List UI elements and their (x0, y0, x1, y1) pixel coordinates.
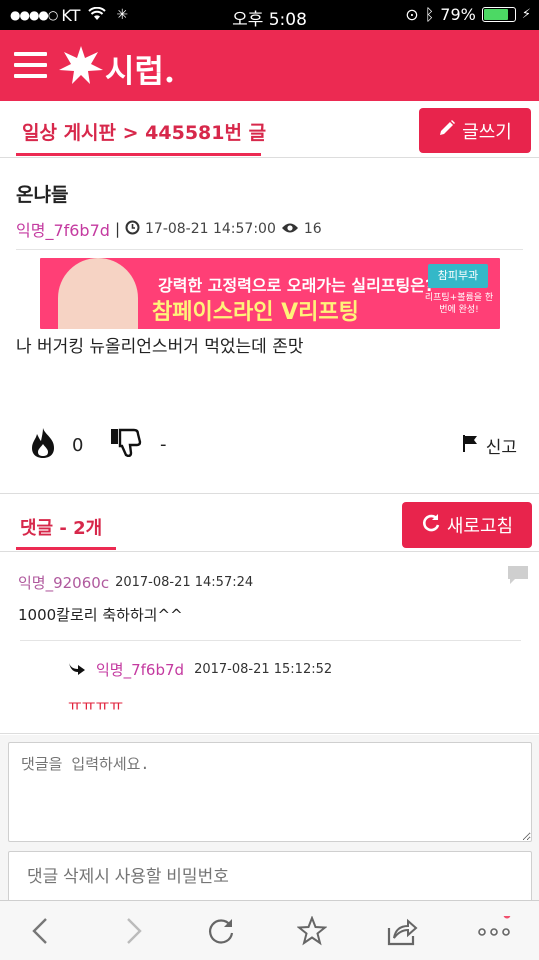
report-button[interactable]: 신고 (462, 433, 517, 458)
post-author[interactable]: 익명_7f6b7d (16, 217, 110, 241)
reply-comment-icon[interactable] (507, 565, 529, 589)
bookmark-star-icon[interactable] (294, 915, 330, 947)
reply-datetime: 2017-08-21 15:12:52 (194, 662, 333, 677)
like-count: 0 (72, 435, 84, 456)
post-title: 온냐들 (16, 184, 69, 206)
battery-percent: 79% (440, 5, 476, 24)
divider (0, 551, 539, 552)
reply-author[interactable]: 익명_7f6b7d (96, 659, 184, 680)
post-views: 16 (303, 221, 322, 237)
reply-body: ㅠㅠㅠㅠ (68, 696, 124, 714)
bluetooth-icon: ᛒ (424, 5, 435, 24)
refresh-label: 새로고침 (446, 516, 514, 537)
charging-icon: ⚡ (521, 7, 531, 22)
write-label: 글쓰기 (462, 121, 512, 143)
menu-icon[interactable] (14, 52, 47, 78)
comments-underline (16, 547, 116, 550)
like-button[interactable]: 0 (28, 427, 83, 464)
breadcrumb-underline (16, 153, 261, 156)
report-label: 신고 (485, 438, 517, 458)
share-icon[interactable] (384, 915, 420, 947)
logo-leaf-icon[interactable] (58, 44, 104, 90)
ad-sub: 리프팅+볼륨을 한번에 완성! (424, 293, 494, 315)
breadcrumb: 일상 게시판 > 445581번 글 (22, 122, 267, 144)
divider (16, 249, 523, 250)
ad-brand: 참피부과 (428, 264, 488, 288)
ad-line1: 강력한 고정력으로 오래가는 실리프팅은? (158, 276, 435, 295)
comment-input[interactable] (8, 742, 532, 842)
pencil-icon (438, 119, 456, 142)
dislike-button[interactable]: - (110, 427, 167, 462)
divider (20, 640, 521, 641)
refresh-icon (421, 513, 441, 538)
eye-icon (281, 220, 299, 238)
status-bar: ●●●●○ KT ✳ 오후 5:08 ⊙ ᛒ 79% ⚡ (0, 0, 539, 30)
back-icon[interactable] (22, 915, 58, 947)
fire-icon (28, 427, 58, 464)
refresh-button[interactable]: 새로고침 (402, 502, 532, 548)
divider (0, 493, 539, 494)
more-icon[interactable] (476, 915, 512, 947)
clock-icon (125, 220, 140, 239)
comment-author[interactable]: 익명_92060c (18, 572, 109, 593)
divider (0, 157, 539, 158)
forward-icon[interactable] (116, 915, 152, 947)
ad-banner[interactable]: 강력한 고정력으로 오래가는 실리프팅은? 참페이스라인 V리프팅 참피부과 리… (40, 258, 500, 329)
browser-toolbar (0, 900, 539, 960)
thumbs-down-icon (110, 427, 144, 462)
comment-body: 1000칼로리 축하하긔^^ (18, 606, 183, 624)
divider (0, 733, 539, 734)
battery-icon (481, 7, 516, 22)
meta-separator: | (114, 220, 120, 238)
post-datetime: 17-08-21 14:57:00 (145, 221, 276, 237)
ad-line2: 참페이스라인 V리프팅 (152, 300, 359, 325)
dislike-count: - (160, 434, 167, 455)
reply-arrow-icon (68, 660, 86, 679)
write-button[interactable]: 글쓰기 (419, 108, 531, 153)
reload-icon[interactable] (203, 915, 239, 947)
ad-model-image (58, 258, 138, 329)
comments-title: 댓글 - 2개 (20, 518, 103, 539)
flag-icon (462, 434, 478, 457)
app-logo[interactable]: 시럽. (105, 46, 175, 92)
comment-meta: 익명_92060c 2017-08-21 14:57:24 (18, 572, 253, 593)
reply-meta: 익명_7f6b7d 2017-08-21 15:12:52 (68, 659, 332, 680)
password-input[interactable] (8, 851, 532, 903)
comment-datetime: 2017-08-21 14:57:24 (115, 575, 254, 590)
rotation-lock-icon: ⊙ (405, 5, 419, 24)
post-body: 나 버거킹 뉴올리언스버거 먹었는데 존맛 (16, 337, 304, 357)
post-meta: 익명_7f6b7d | 17-08-21 14:57:00 16 (16, 217, 322, 241)
app-header: 시럽. (0, 30, 539, 101)
